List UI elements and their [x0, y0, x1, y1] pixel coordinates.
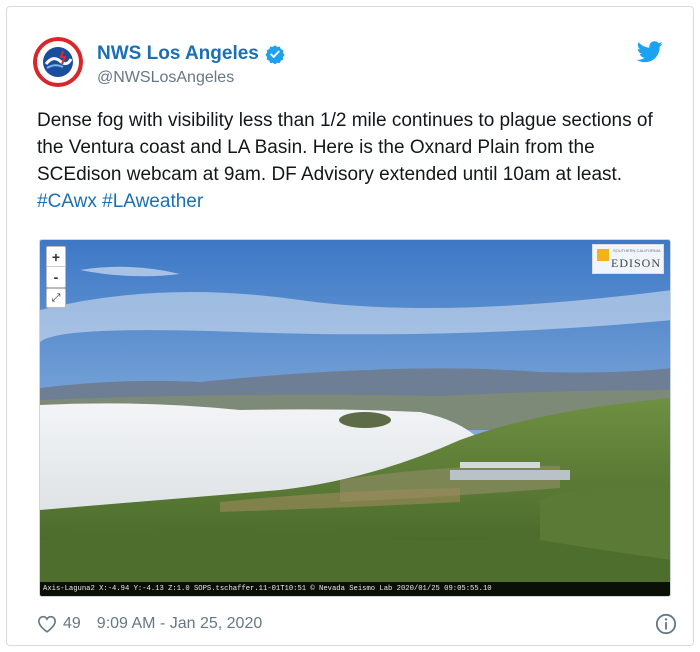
edison-sun-icon	[597, 249, 609, 261]
fullscreen-button[interactable]: ⤢	[46, 288, 66, 308]
edison-logo: SOUTHERN CALIFORNIA EDISON	[592, 244, 664, 274]
zoom-in-button[interactable]: +	[47, 247, 65, 267]
author-name: NWS Los Angeles	[97, 43, 259, 64]
edison-brand: EDISON	[611, 256, 661, 270]
like-count: 49	[63, 615, 81, 632]
tweet-footer: 49 9:09 AM - Jan 25, 2020	[37, 613, 677, 635]
info-icon[interactable]	[655, 613, 677, 635]
twitter-bird-icon[interactable]	[637, 41, 663, 63]
zoom-control: + -	[46, 246, 66, 288]
webcam-photo	[40, 240, 670, 596]
verified-badge-icon	[265, 45, 285, 64]
webcam-caption: Axis-Laguna2 X:-4.94 Y:-4.13 Z:1.0 SOPS.…	[40, 582, 670, 596]
like-button[interactable]: 49	[37, 615, 81, 633]
hashtag-link[interactable]: #LAweather	[102, 191, 203, 212]
author-name-link[interactable]: NWS Los Angeles	[97, 43, 285, 65]
nws-logo-icon	[33, 37, 83, 87]
tweet-media-image[interactable]: + - ⤢ SOUTHERN CALIFORNIA EDISON Axis-La…	[39, 239, 671, 597]
zoom-out-button[interactable]: -	[47, 267, 65, 287]
heart-icon	[37, 615, 57, 633]
edison-tagline: SOUTHERN CALIFORNIA	[613, 248, 661, 253]
tweet-timestamp[interactable]: 9:09 AM - Jan 25, 2020	[97, 615, 262, 633]
tweet-card: NWS Los Angeles @NWSLosAngeles Dense fog…	[6, 6, 694, 646]
author-handle[interactable]: @NWSLosAngeles	[97, 69, 234, 87]
hashtag-link[interactable]: #CAwx	[37, 191, 97, 212]
tweet-text: Dense fog with visibility less than 1/2 …	[37, 107, 667, 215]
author-avatar[interactable]	[33, 37, 83, 87]
tweet-body: Dense fog with visibility less than 1/2 …	[37, 110, 653, 185]
